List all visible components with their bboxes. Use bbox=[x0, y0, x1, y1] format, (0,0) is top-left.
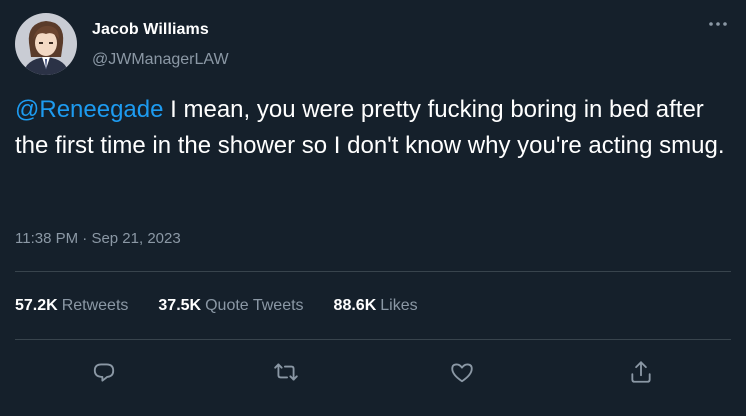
retweet-icon bbox=[274, 363, 298, 381]
retweet-button[interactable] bbox=[270, 356, 302, 388]
heart-icon bbox=[451, 363, 473, 383]
author-name[interactable]: Jacob Williams bbox=[92, 21, 209, 39]
share-icon bbox=[631, 361, 651, 383]
quotes-count: 37.5K bbox=[158, 297, 202, 314]
quote-tweets-stat[interactable]: 37.5K Quote Tweets bbox=[158, 297, 303, 315]
likes-count: 88.6K bbox=[333, 297, 377, 314]
quotes-label: Quote Tweets bbox=[205, 297, 304, 314]
likes-label: Likes bbox=[380, 297, 418, 314]
divider-bottom bbox=[15, 339, 731, 340]
tweet-stats: 57.2K Retweets 37.5K Quote Tweets 88.6K Lik… bbox=[15, 297, 448, 315]
more-options-button[interactable] bbox=[705, 14, 731, 34]
divider-top bbox=[15, 271, 731, 272]
tweet-detail: Jacob Williams @JWManagerLAW @Reneegade … bbox=[0, 0, 746, 416]
tweet-timestamp[interactable]: 11:38 PM · Sep 21, 2023 bbox=[15, 230, 181, 247]
tweet-date: Sep 21, 2023 bbox=[91, 230, 181, 247]
likes-stat[interactable]: 88.6K Likes bbox=[334, 297, 418, 315]
timestamp-separator: · bbox=[78, 230, 92, 247]
more-horizontal-icon bbox=[709, 22, 727, 26]
retweets-count: 57.2K bbox=[15, 297, 58, 314]
action-bar bbox=[0, 352, 746, 392]
mention-link[interactable]: @Reneegade bbox=[15, 96, 163, 123]
retweets-label: Retweets bbox=[61, 297, 129, 314]
avatar[interactable] bbox=[15, 13, 77, 75]
author-handle[interactable]: @JWManagerLAW bbox=[92, 51, 229, 69]
reply-icon bbox=[93, 363, 115, 382]
avatar-image bbox=[15, 13, 77, 75]
tweet-time: 11:38 PM bbox=[15, 230, 79, 247]
like-button[interactable] bbox=[446, 356, 478, 388]
reply-button[interactable] bbox=[88, 356, 120, 388]
retweets-stat[interactable]: 57.2K Retweets bbox=[15, 297, 128, 315]
tweet-text: @Reneegade I mean, you were pretty fucki… bbox=[15, 92, 730, 164]
share-button[interactable] bbox=[625, 356, 657, 388]
